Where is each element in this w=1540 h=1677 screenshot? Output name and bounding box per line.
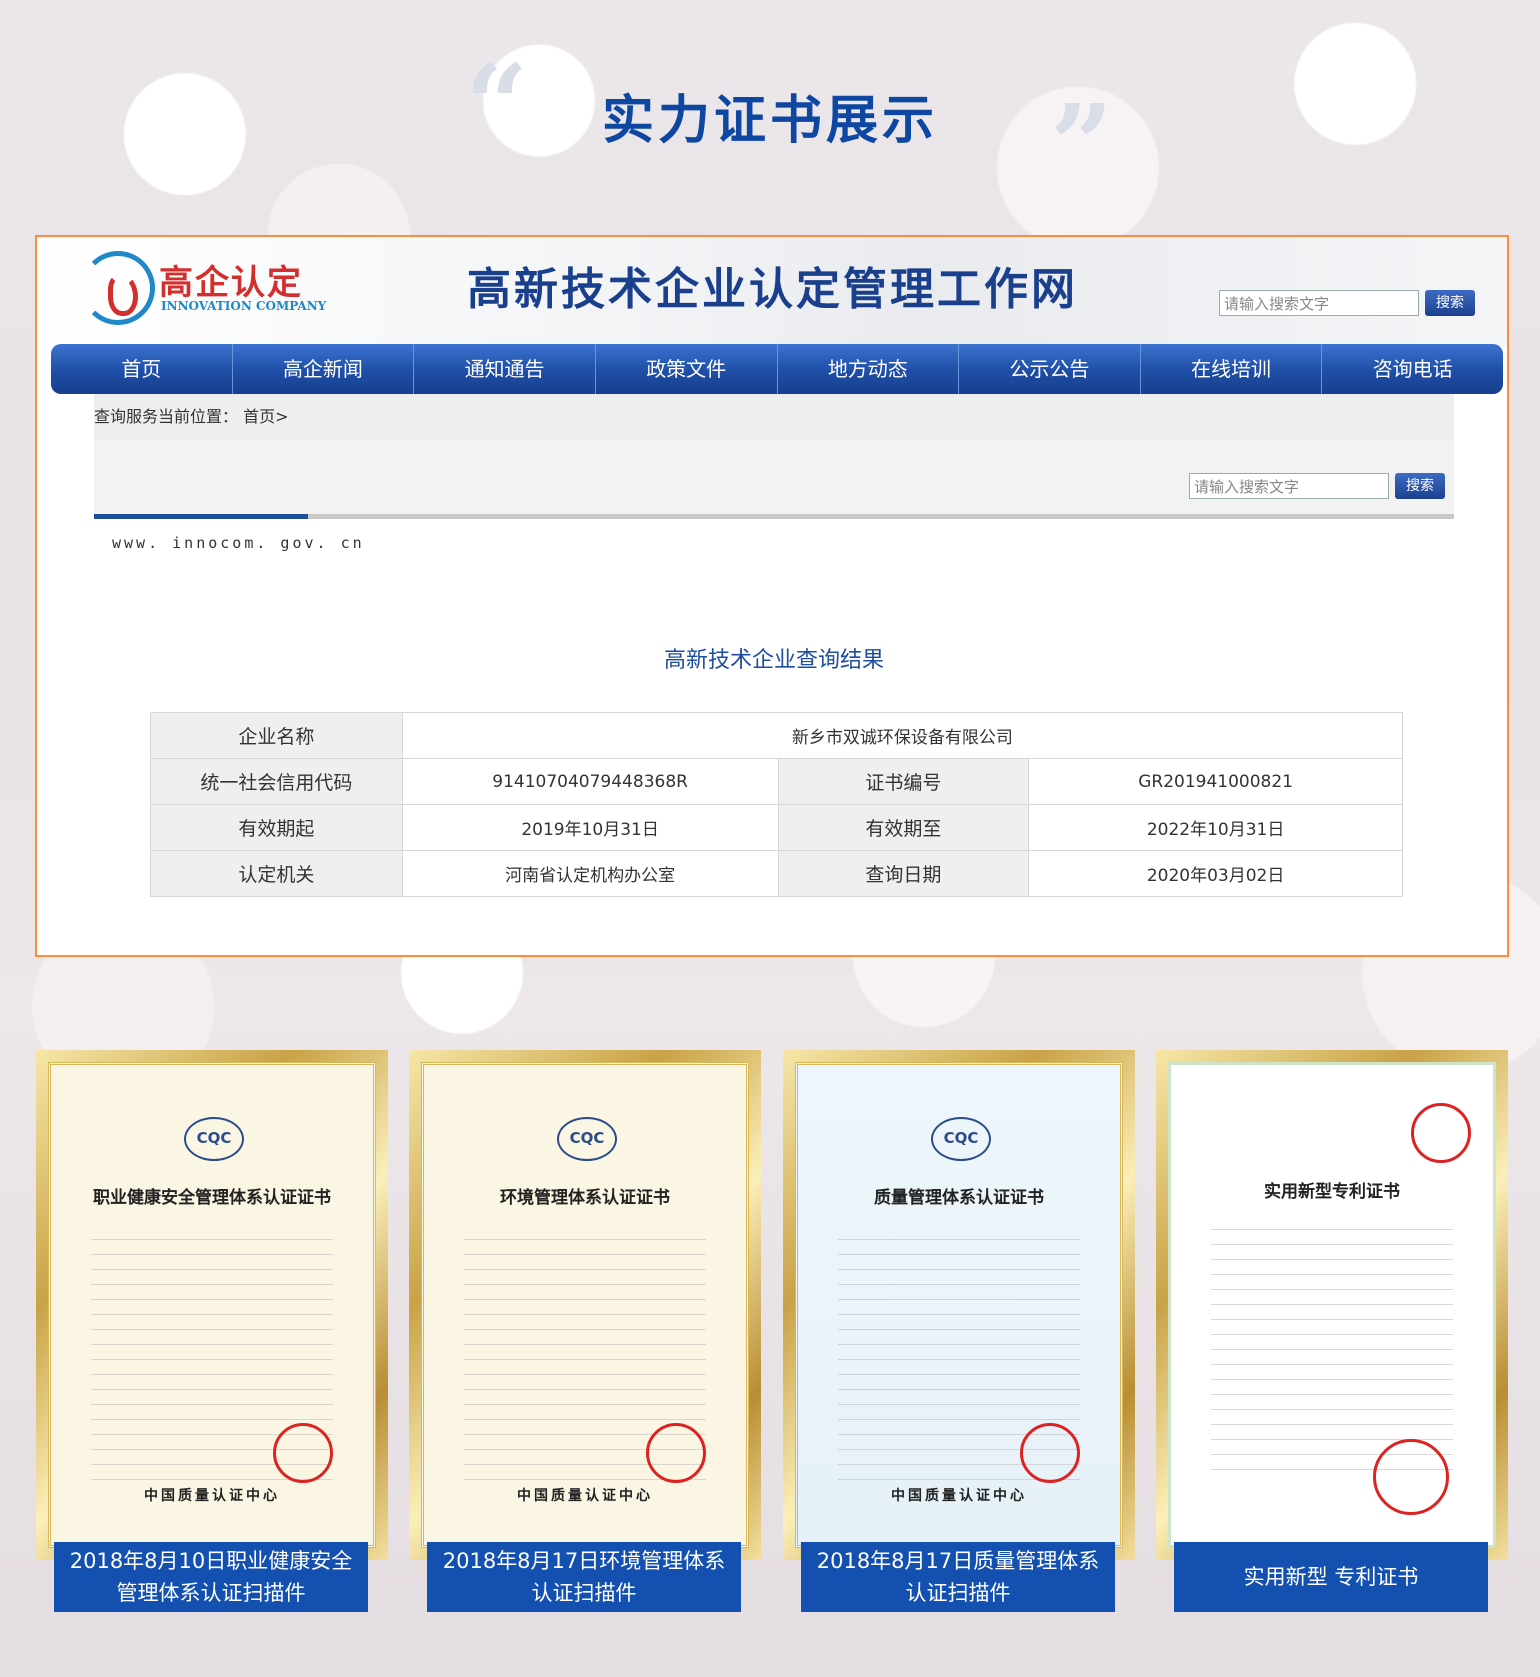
- valid-to-value: 2022年10月31日: [1028, 804, 1403, 851]
- nav-item-news[interactable]: 高企新闻: [233, 344, 415, 394]
- content-search-button[interactable]: 搜索: [1395, 473, 1445, 499]
- nav-item-notices[interactable]: 通知通告: [414, 344, 596, 394]
- certificate-frame: CQC 职业健康安全管理体系认证证书 中国质量认证中心: [36, 1050, 388, 1560]
- website-screenshot: 高企认定 INNOVATION COMPANY 高新技术企业认定管理工作网 请输…: [35, 235, 1509, 957]
- logo-text-cn: 高企认定: [159, 263, 303, 303]
- tab-active-indicator: [94, 514, 308, 519]
- certificate-frame: CQC 环境管理体系认证证书 中国质量认证中心: [409, 1050, 761, 1560]
- content-search-input[interactable]: 请输入搜索文字: [1189, 473, 1389, 499]
- nav-item-policy[interactable]: 政策文件: [596, 344, 778, 394]
- nav-item-home[interactable]: 首页: [51, 344, 233, 394]
- certificate-scan: CQC 职业健康安全管理体系认证证书 中国质量认证中心: [48, 1062, 376, 1548]
- certificate-issuer: 中国质量认证中心: [144, 1488, 280, 1504]
- query-date-label: 查询日期: [777, 850, 1030, 897]
- certificate-heading: 实用新型专利证书: [1264, 1182, 1400, 1202]
- certificate-caption: 2018年8月17日环境管理体系认证扫描件: [427, 1542, 741, 1612]
- valid-from-label: 有效期起: [150, 804, 403, 851]
- red-seal-icon: [1373, 1439, 1449, 1515]
- company-name-value: 新乡市双诚环保设备有限公司: [401, 712, 1404, 759]
- certificate-heading: 环境管理体系认证证书: [500, 1188, 670, 1208]
- page-title: 实力证书展示: [601, 91, 938, 151]
- header-search-input[interactable]: 请输入搜索文字: [1219, 290, 1419, 316]
- certificate-card[interactable]: CQC 环境管理体系认证证书 中国质量认证中心 2018年8月17日环境管理体系…: [409, 1050, 761, 1612]
- nav-item-local[interactable]: 地方动态: [778, 344, 960, 394]
- credit-code-value: 91410704079448368R: [401, 758, 779, 805]
- result-panel: www. innocom. gov. cn 高新技术企业查询结果 企业名称 新乡…: [94, 514, 1454, 950]
- certificate-scan: CQC 环境管理体系认证证书 中国质量认证中心: [421, 1062, 749, 1548]
- cert-number-value: GR201941000821: [1028, 758, 1403, 805]
- site-title: 高新技术企业认定管理工作网: [467, 264, 1078, 315]
- certificate-issuer: 中国质量认证中心: [517, 1488, 653, 1504]
- valid-from-value: 2019年10月31日: [401, 804, 779, 851]
- certificate-frame: 实用新型专利证书: [1156, 1050, 1508, 1560]
- red-seal-icon: [646, 1423, 706, 1483]
- certificate-caption: 实用新型 专利证书: [1174, 1542, 1488, 1612]
- certificate-heading: 职业健康安全管理体系认证证书: [93, 1188, 331, 1208]
- breadcrumb-home-link[interactable]: 首页>: [243, 407, 288, 426]
- table-row: 企业名称 新乡市双诚环保设备有限公司: [150, 712, 1404, 759]
- table-row: 统一社会信用代码 91410704079448368R 证书编号 GR20194…: [150, 758, 1403, 805]
- certificate-card[interactable]: CQC 职业健康安全管理体系认证证书 中国质量认证中心 2018年8月10日职业…: [36, 1050, 388, 1612]
- certificate-caption: 2018年8月10日职业健康安全管理体系认证扫描件: [54, 1542, 368, 1612]
- certificate-caption: 2018年8月17日质量管理体系认证扫描件: [801, 1542, 1115, 1612]
- close-quote-decoration: ”: [1050, 80, 1114, 209]
- certificate-card[interactable]: 实用新型专利证书 实用新型 专利证书: [1156, 1050, 1508, 1612]
- header-search-button[interactable]: 搜索: [1425, 290, 1475, 316]
- certificate-heading: 质量管理体系认证证书: [874, 1188, 1044, 1208]
- red-seal-icon: [273, 1423, 333, 1483]
- main-nav: 首页 高企新闻 通知通告 政策文件 地方动态 公示公告 在线培训 咨询电话: [51, 344, 1503, 394]
- nav-item-announcements[interactable]: 公示公告: [959, 344, 1141, 394]
- table-row: 有效期起 2019年10月31日 有效期至 2022年10月31日: [150, 804, 1403, 851]
- certificate-scan: 实用新型专利证书: [1168, 1062, 1496, 1548]
- certificate-frame: CQC 质量管理体系认证证书 中国质量认证中心: [783, 1050, 1135, 1560]
- authority-label: 认定机关: [150, 850, 403, 897]
- company-name-label: 企业名称: [150, 712, 403, 759]
- valid-to-label: 有效期至: [777, 804, 1030, 851]
- nav-item-training[interactable]: 在线培训: [1141, 344, 1323, 394]
- result-table: 企业名称 新乡市双诚环保设备有限公司 统一社会信用代码 914107040794…: [150, 712, 1404, 897]
- breadcrumb-label: 查询服务当前位置：: [94, 407, 239, 426]
- nav-item-contact[interactable]: 咨询电话: [1322, 344, 1503, 394]
- logo-text-en: INNOVATION COMPANY: [161, 299, 327, 313]
- cqc-logo-icon: CQC: [557, 1117, 617, 1161]
- cert-number-label: 证书编号: [777, 758, 1030, 805]
- certificate-body-text-icon: [1211, 1215, 1453, 1475]
- breadcrumb: 查询服务当前位置： 首页>: [94, 394, 1454, 440]
- table-row: 认定机关 河南省认定机构办公室 查询日期 2020年03月02日: [150, 850, 1403, 897]
- red-seal-icon: [1020, 1423, 1080, 1483]
- authority-value: 河南省认定机构办公室: [401, 850, 779, 897]
- result-title: 高新技术企业查询结果: [663, 648, 884, 673]
- query-date-value: 2020年03月02日: [1028, 850, 1403, 897]
- certificate-scan: CQC 质量管理体系认证证书 中国质量认证中心: [795, 1062, 1123, 1548]
- cqc-logo-icon: CQC: [184, 1117, 244, 1161]
- cqc-logo-icon: CQC: [931, 1117, 991, 1161]
- site-url: www. innocom. gov. cn: [112, 534, 365, 552]
- certificate-card[interactable]: CQC 质量管理体系认证证书 中国质量认证中心 2018年8月17日质量管理体系…: [783, 1050, 1135, 1612]
- certificate-issuer: 中国质量认证中心: [891, 1488, 1027, 1504]
- site-header: 高企认定 INNOVATION COMPANY 高新技术企业认定管理工作网 请输…: [37, 237, 1507, 347]
- credit-code-label: 统一社会信用代码: [150, 758, 403, 805]
- innovation-logo-icon: [81, 251, 155, 325]
- patent-office-seal-icon: [1411, 1103, 1471, 1163]
